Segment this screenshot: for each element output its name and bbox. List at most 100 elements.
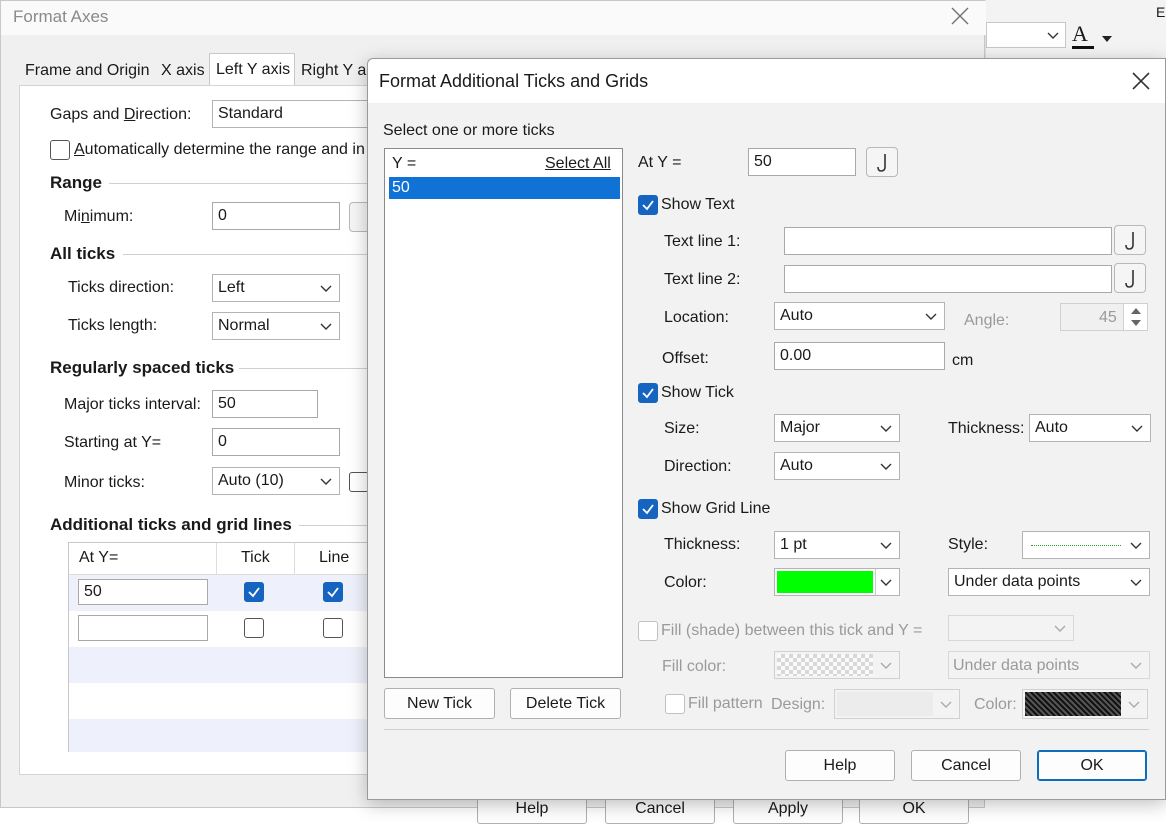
chevron-down-icon: [880, 542, 892, 549]
tab-x-axis[interactable]: X axis: [153, 57, 209, 85]
chevron-down-icon: [1130, 542, 1142, 549]
link-hook-button[interactable]: [866, 147, 898, 177]
chevron-down-icon: [1047, 32, 1059, 39]
background-app-letter: E: [1156, 4, 1166, 20]
size-select[interactable]: Major: [774, 414, 900, 442]
show-tick-checkbox[interactable]: [638, 383, 658, 403]
select-divider: [875, 569, 876, 595]
ticks-direction-select[interactable]: Left: [212, 274, 340, 302]
tick-list[interactable]: Y = Select All 50: [384, 148, 623, 678]
tick-list-header: Y =: [392, 155, 417, 172]
select-all-link[interactable]: Select All: [545, 154, 611, 174]
regular-ticks-divider: [239, 368, 379, 369]
font-color-button[interactable]: A: [1072, 22, 1116, 50]
regular-ticks-header: Regularly spaced ticks: [50, 358, 235, 377]
at-y-cell-input[interactable]: 50: [78, 579, 208, 605]
style-label: Style:: [948, 536, 989, 553]
caret-down-icon: [1102, 36, 1112, 42]
text-line1-input[interactable]: [784, 227, 1112, 255]
location-select[interactable]: Auto: [774, 302, 945, 330]
show-tick-label: Show Tick: [661, 384, 734, 401]
checkmark-icon: [642, 504, 654, 515]
chevron-down-icon: [1130, 579, 1142, 586]
table-header-row: At Y= Tick Line: [69, 543, 379, 575]
tick-thickness-value: Auto: [1035, 419, 1068, 436]
design-label: Design:: [771, 696, 826, 713]
minimum-input[interactable]: 0: [212, 202, 340, 230]
major-interval-label: Major ticks interval:: [64, 396, 201, 413]
text-line2-input[interactable]: [784, 265, 1112, 293]
additional-ticks-table: At Y= Tick Line 50: [68, 542, 379, 752]
chevron-down-icon: [1131, 425, 1143, 432]
tick-thickness-label: Thickness:: [948, 420, 1025, 437]
chevron-down-icon: [880, 425, 892, 432]
text-line1-hook-button[interactable]: [1114, 225, 1146, 255]
chevron-down-icon: [880, 463, 892, 470]
minimum-value: 0: [218, 207, 227, 224]
chevron-down-icon: [1128, 701, 1140, 708]
format-additional-ticks-dialog: Format Additional Ticks and Grids Select…: [367, 58, 1166, 800]
tab-left-y-axis[interactable]: Left Y axis: [209, 53, 295, 86]
new-tick-button[interactable]: New Tick: [384, 688, 495, 719]
text-line2-hook-button[interactable]: [1114, 263, 1146, 293]
ticks-direction-label: Ticks direction:: [68, 279, 175, 296]
table-row[interactable]: [69, 611, 379, 647]
tick-thickness-select[interactable]: Auto: [1029, 414, 1151, 442]
fill-color-select: [774, 651, 900, 679]
close-icon[interactable]: [951, 7, 969, 25]
grid-thickness-label: Thickness:: [664, 536, 741, 553]
at-y-label: At Y =: [638, 154, 682, 171]
show-grid-checkbox[interactable]: [638, 499, 658, 519]
direction-value: Auto: [780, 457, 813, 474]
gaps-direction-select[interactable]: Standard: [212, 100, 382, 128]
tab-right-y-axis[interactable]: Right Y a: [295, 57, 375, 85]
ok-button[interactable]: OK: [1037, 750, 1147, 781]
minor-ticks-checkbox[interactable]: [349, 472, 369, 492]
ticks-direction-value: Left: [218, 279, 245, 296]
button-label: Delete Tick: [525, 695, 606, 712]
starting-at-input[interactable]: 0: [212, 428, 340, 456]
auto-range-checkbox[interactable]: [50, 140, 70, 160]
offset-input[interactable]: 0.00: [774, 342, 945, 370]
fill-pattern-checkbox[interactable]: [665, 694, 685, 714]
background-font-select[interactable]: [986, 22, 1066, 48]
font-color-swatch: [1072, 46, 1094, 49]
list-item[interactable]: 50: [389, 177, 620, 199]
hook-icon: [877, 154, 886, 172]
delete-tick-button[interactable]: Delete Tick: [510, 688, 621, 719]
show-text-checkbox[interactable]: [638, 195, 658, 215]
grid-layer-select[interactable]: Under data points: [948, 568, 1150, 596]
tab-label: X axis: [161, 62, 205, 79]
column-header-at-y: At Y=: [79, 549, 119, 566]
direction-select[interactable]: Auto: [774, 452, 900, 480]
chevron-down-icon: [1130, 662, 1142, 669]
table-row[interactable]: 50: [69, 575, 379, 611]
grid-color-select[interactable]: [774, 568, 900, 596]
line-checkbox[interactable]: [323, 618, 343, 638]
ticks-length-select[interactable]: Normal: [212, 312, 340, 340]
column-header-tick: Tick: [241, 549, 270, 566]
line-style-select[interactable]: [1022, 531, 1150, 559]
major-interval-input[interactable]: 50: [212, 390, 318, 418]
format-axes-title: Format Axes: [13, 7, 109, 26]
at-y-input[interactable]: 50: [748, 148, 856, 176]
at-y-cell-input[interactable]: [78, 615, 208, 641]
format-axes-titlebar: Format Axes: [1, 1, 986, 35]
column-divider: [216, 543, 217, 575]
tab-frame-and-origin[interactable]: Frame and Origin: [19, 57, 153, 85]
tick-checkbox[interactable]: [244, 582, 264, 602]
cancel-button[interactable]: Cancel: [911, 750, 1021, 781]
additional-ticks-header: Additional ticks and grid lines: [50, 515, 292, 534]
close-icon[interactable]: [1132, 72, 1150, 90]
minor-ticks-select[interactable]: Auto (10): [212, 467, 340, 495]
grid-thickness-select[interactable]: 1 pt: [774, 531, 900, 559]
button-label: OK: [1080, 757, 1104, 774]
fill-between-checkbox[interactable]: [638, 621, 658, 641]
size-label: Size:: [664, 420, 700, 437]
tick-checkbox[interactable]: [244, 618, 264, 638]
line-checkbox[interactable]: [323, 582, 343, 602]
grid-color-swatch: [777, 571, 873, 593]
all-ticks-divider: [123, 254, 379, 255]
help-button[interactable]: Help: [785, 750, 895, 781]
starting-at-value: 0: [218, 433, 227, 450]
